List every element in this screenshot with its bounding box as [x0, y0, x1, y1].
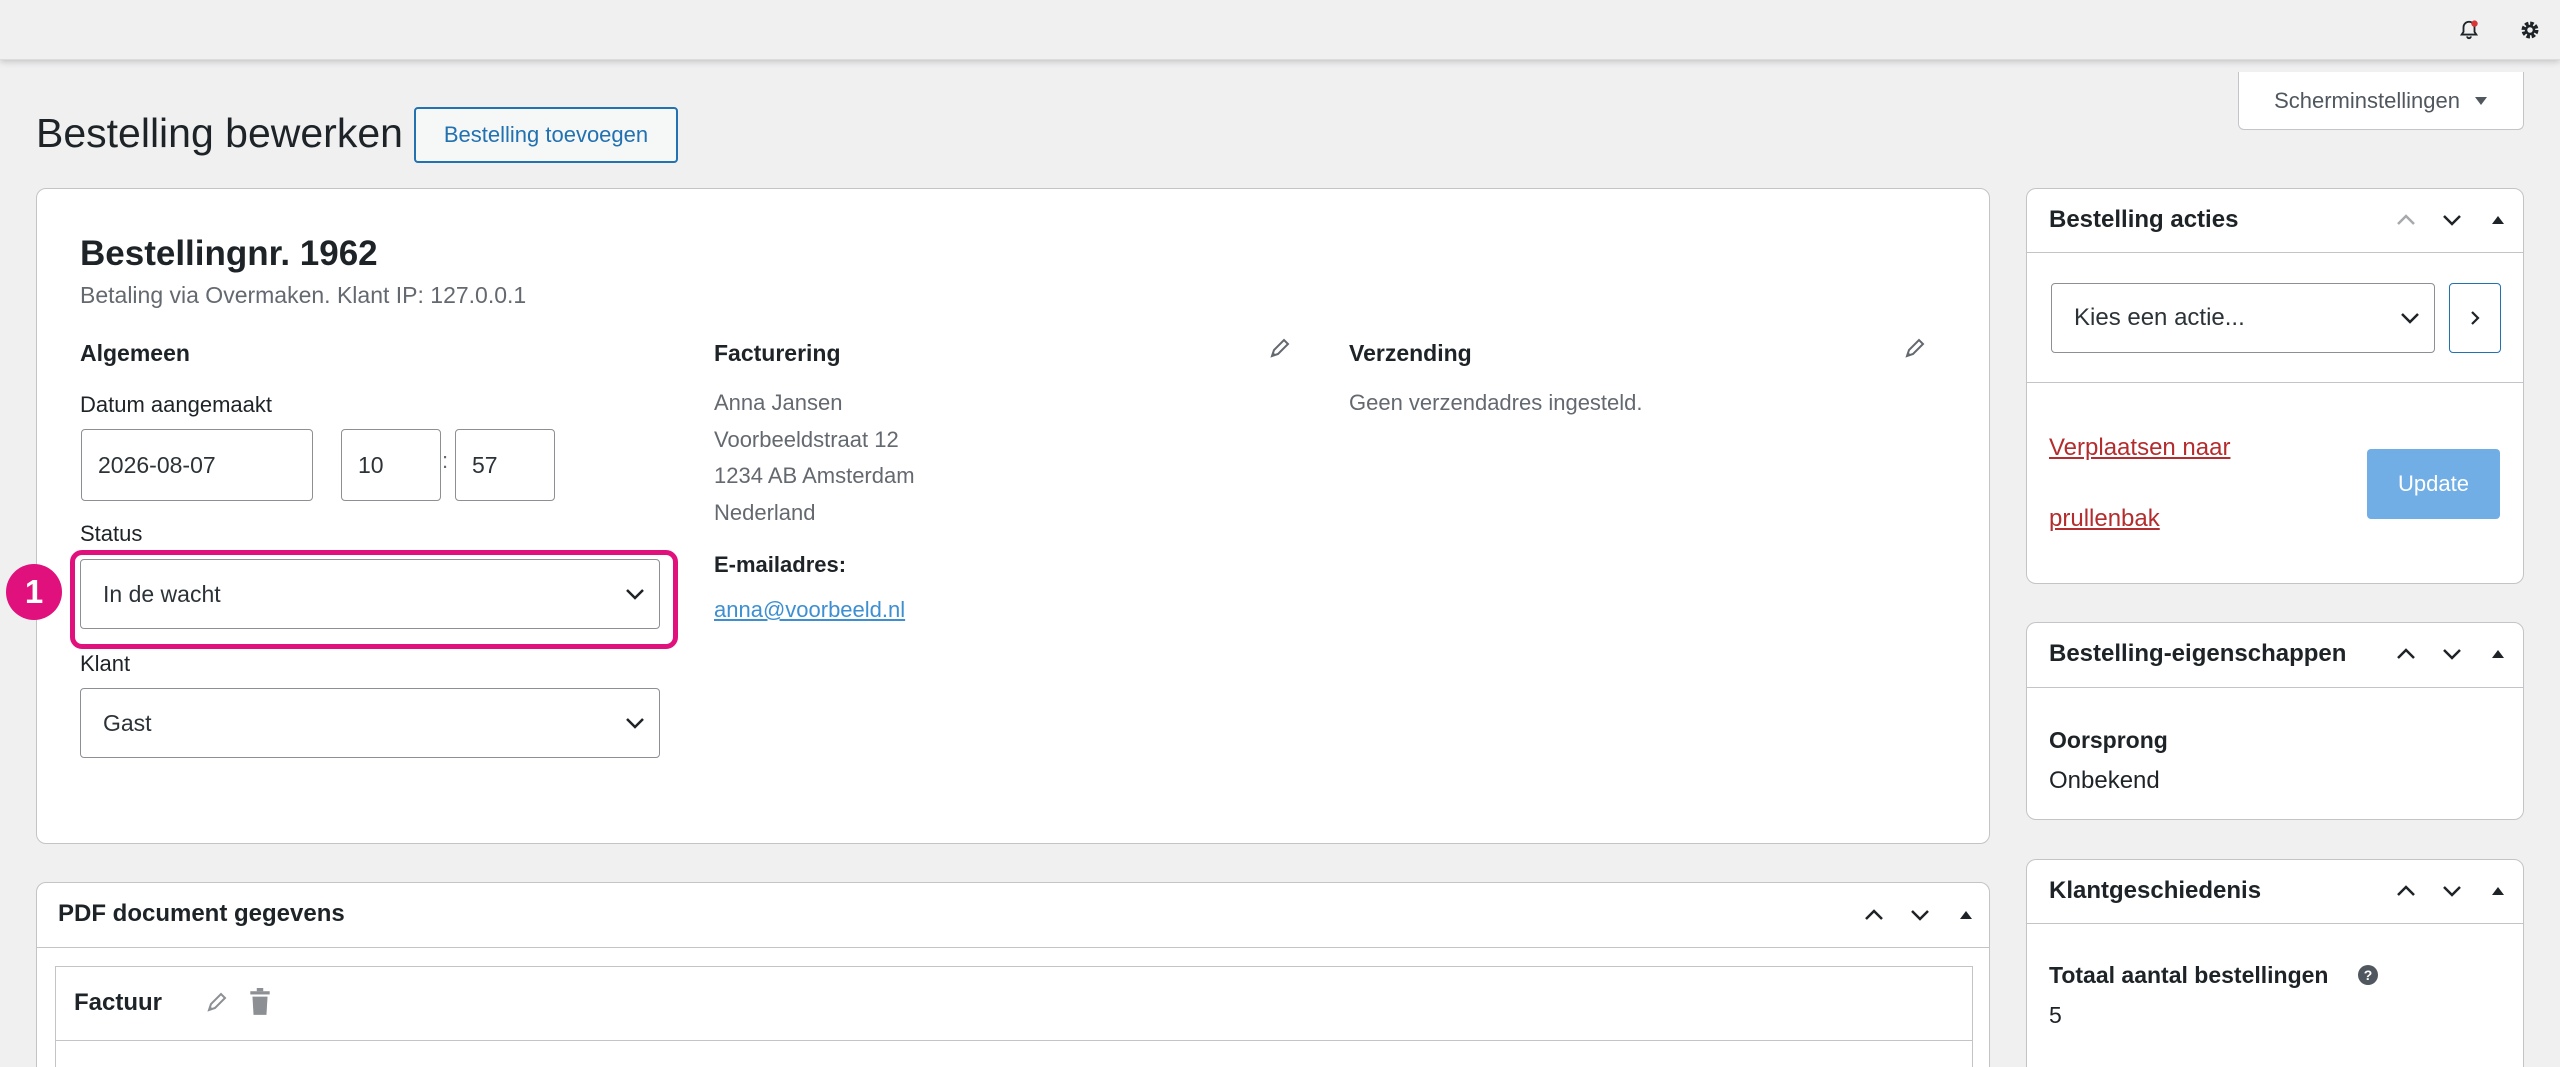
collapse-toggle-icon[interactable] — [2484, 206, 2512, 234]
panel-divider — [2027, 252, 2523, 253]
annotation-highlight-box — [70, 550, 678, 649]
delete-invoice-trash-icon[interactable] — [247, 988, 273, 1016]
svg-text:?: ? — [2364, 967, 2373, 983]
date-created-label: Datum aangemaakt — [80, 392, 272, 417]
chevron-right-icon — [2471, 311, 2480, 325]
order-action-select[interactable]: Kies een actie... — [2051, 283, 2435, 353]
move-down-icon[interactable] — [2438, 640, 2466, 668]
collapse-toggle-icon[interactable] — [1952, 901, 1980, 929]
date-created-input[interactable]: 2026-08-07 — [81, 429, 313, 501]
time-separator: : — [442, 448, 449, 473]
move-up-icon[interactable] — [2392, 206, 2420, 234]
invoice-label: Factuur — [74, 989, 163, 1016]
collapse-toggle-icon[interactable] — [2484, 877, 2512, 905]
order-properties-title: Bestelling-eigenschappen — [2049, 640, 2347, 667]
move-up-icon[interactable] — [2392, 877, 2420, 905]
minute-input[interactable]: 57 — [455, 429, 555, 501]
annotation-badge: 1 — [6, 564, 62, 620]
screen-options-button[interactable]: Scherminstellingen — [2238, 72, 2524, 130]
billing-name: Anna Jansen — [714, 390, 843, 415]
caret-down-icon — [2474, 96, 2487, 105]
billing-country: Nederland — [714, 500, 816, 525]
edit-invoice-pencil-icon[interactable] — [205, 990, 229, 1014]
collapse-toggle-icon[interactable] — [2484, 640, 2512, 668]
edit-shipping-pencil-icon[interactable] — [1903, 336, 1927, 360]
move-up-icon[interactable] — [1860, 901, 1888, 929]
order-action-select-value: Kies een actie... — [2074, 304, 2245, 331]
billing-email-link[interactable]: anna@voorbeeld.nl — [714, 597, 905, 623]
order-actions-title: Bestelling acties — [2049, 206, 2239, 233]
notification-bell-icon[interactable] — [2455, 16, 2483, 44]
customer-select-value: Gast — [103, 709, 152, 736]
total-orders-value: 5 — [2049, 1002, 2062, 1028]
panel-divider — [2027, 687, 2523, 688]
add-order-button[interactable]: Bestelling toevoegen — [414, 107, 678, 163]
update-button[interactable]: Update — [2367, 449, 2500, 519]
invoice-divider — [56, 1040, 1972, 1041]
customer-label: Klant — [80, 651, 131, 676]
origin-label: Oorsprong — [2049, 727, 2168, 753]
top-bar — [0, 0, 2560, 60]
edit-billing-pencil-icon[interactable] — [1268, 336, 1292, 360]
page-title: Bestelling bewerken — [36, 110, 403, 156]
billing-heading: Facturering — [714, 340, 841, 366]
shipping-heading: Verzending — [1349, 340, 1472, 366]
origin-value: Onbekend — [2049, 767, 2160, 794]
move-down-icon[interactable] — [1906, 901, 1934, 929]
pdf-panel-title: PDF document gegevens — [58, 900, 345, 927]
order-payment-info: Betaling via Overmaken. Klant IP: 127.0.… — [80, 282, 527, 308]
total-orders-label: Totaal aantal bestellingen — [2049, 962, 2329, 988]
invoice-box — [55, 966, 1973, 1067]
general-heading: Algemeen — [80, 340, 190, 366]
chevron-down-icon — [626, 718, 644, 729]
billing-street: Voorbeeldstraat 12 — [714, 427, 899, 452]
help-question-icon[interactable]: ? — [2357, 964, 2379, 986]
apply-action-button[interactable] — [2449, 283, 2501, 353]
move-down-icon[interactable] — [2438, 206, 2466, 234]
customer-select[interactable]: Gast — [80, 688, 660, 758]
order-number-title: Bestellingnr. 1962 — [80, 234, 378, 273]
status-label: Status — [80, 521, 143, 546]
move-to-trash-link-line2[interactable]: prullenbak — [2049, 505, 2160, 533]
move-to-trash-link[interactable]: Verplaatsen naar — [2049, 434, 2230, 462]
shipping-note: Geen verzendadres ingesteld. — [1349, 390, 1643, 415]
billing-city: 1234 AB Amsterdam — [714, 463, 915, 488]
move-up-icon[interactable] — [2392, 640, 2420, 668]
panel-divider — [2027, 382, 2523, 383]
panel-divider — [2027, 923, 2523, 924]
screen-options-label: Scherminstellingen — [2274, 87, 2460, 113]
chevron-down-icon — [2401, 313, 2419, 324]
email-label: E-mailadres: — [714, 552, 847, 577]
settings-gear-icon[interactable] — [2516, 16, 2544, 44]
hour-input[interactable]: 10 — [341, 429, 441, 501]
customer-history-title: Klantgeschiedenis — [2049, 877, 2262, 904]
panel-divider — [37, 947, 1989, 948]
move-down-icon[interactable] — [2438, 877, 2466, 905]
